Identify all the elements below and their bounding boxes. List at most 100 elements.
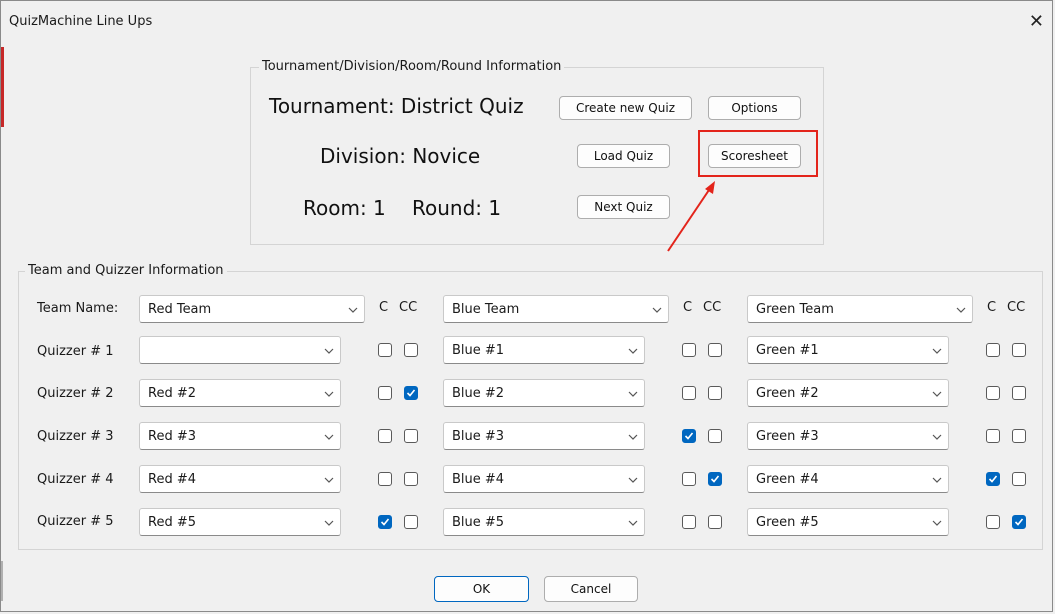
chevron-down-icon[interactable] (324, 345, 334, 355)
captain-checkbox[interactable] (986, 472, 1000, 486)
quizzer-combo[interactable]: Blue #3 (443, 422, 645, 450)
captain-checkbox[interactable] (378, 515, 392, 529)
chevron-down-icon[interactable] (628, 388, 638, 398)
captain-checkbox[interactable] (682, 386, 696, 400)
co-captain-checkbox[interactable] (404, 429, 418, 443)
quizzer-value: Red #4 (148, 472, 196, 487)
quizzer-value: Blue #4 (452, 472, 505, 487)
quizzer-value: Green #1 (756, 343, 819, 358)
co-captain-checkbox[interactable] (1012, 429, 1026, 443)
quizzer-combo[interactable]: Green #4 (747, 465, 949, 493)
next-quiz-button[interactable]: Next Quiz (577, 195, 670, 219)
captain-checkbox[interactable] (378, 386, 392, 400)
co-captain-checkbox[interactable] (708, 386, 722, 400)
quizzer-value: Red #3 (148, 429, 196, 444)
co-captain-checkbox[interactable] (404, 515, 418, 529)
chevron-down-icon[interactable] (628, 431, 638, 441)
co-captain-checkbox[interactable] (708, 472, 722, 486)
quizzer-row-label: Quizzer # 1 (37, 344, 114, 359)
chevron-down-icon[interactable] (324, 474, 334, 484)
quizzer-combo[interactable]: Green #1 (747, 336, 949, 364)
chevron-down-icon[interactable] (652, 304, 662, 314)
quizzer-value: Green #3 (756, 429, 819, 444)
co-captain-header: CC (703, 300, 722, 315)
co-captain-checkbox[interactable] (708, 343, 722, 357)
create-new-quiz-button[interactable]: Create new Quiz (559, 96, 692, 120)
chevron-down-icon[interactable] (956, 304, 966, 314)
co-captain-checkbox[interactable] (1012, 472, 1026, 486)
quizzer-combo[interactable]: Red #5 (139, 508, 341, 536)
chevron-down-icon[interactable] (348, 304, 358, 314)
title-bar: QuizMachine Line Ups ✕ (1, 1, 1052, 41)
division-label: Division: Novice (320, 144, 481, 168)
quizzer-row-label: Quizzer # 4 (37, 472, 114, 487)
chevron-down-icon[interactable] (324, 431, 334, 441)
co-captain-header: CC (1007, 300, 1026, 315)
co-captain-checkbox[interactable] (404, 343, 418, 357)
co-captain-checkbox[interactable] (708, 429, 722, 443)
quizzer-combo[interactable]: Blue #5 (443, 508, 645, 536)
room-label: Room: 1 (303, 196, 386, 220)
quizzer-combo[interactable]: Green #3 (747, 422, 949, 450)
captain-checkbox[interactable] (986, 515, 1000, 529)
co-captain-checkbox[interactable] (1012, 386, 1026, 400)
co-captain-checkbox[interactable] (1012, 515, 1026, 529)
captain-checkbox[interactable] (986, 429, 1000, 443)
captain-checkbox[interactable] (682, 472, 696, 486)
chevron-down-icon[interactable] (932, 517, 942, 527)
quizzer-value: Blue #5 (452, 515, 505, 530)
team-name-value: Red Team (148, 302, 212, 317)
captain-checkbox[interactable] (682, 515, 696, 529)
captain-header: C (683, 300, 693, 315)
quizzer-value: Blue #3 (452, 429, 505, 444)
quizzer-combo[interactable]: Green #5 (747, 508, 949, 536)
quizzer-combo[interactable]: Blue #4 (443, 465, 645, 493)
team-group-legend: Team and Quizzer Information (25, 263, 227, 278)
team-name-combo[interactable]: Blue Team (443, 295, 669, 323)
team-name-combo[interactable]: Green Team (747, 295, 973, 323)
captain-checkbox[interactable] (378, 343, 392, 357)
window-title: QuizMachine Line Ups (9, 14, 153, 29)
chevron-down-icon[interactable] (628, 345, 638, 355)
quizzer-value: Green #5 (756, 515, 819, 530)
options-button[interactable]: Options (708, 96, 801, 120)
chevron-down-icon[interactable] (628, 517, 638, 527)
dialog-window: QuizMachine Line Ups ✕ Tournament/Divisi… (0, 0, 1053, 612)
quizzer-combo[interactable]: Red #3 (139, 422, 341, 450)
co-captain-checkbox[interactable] (708, 515, 722, 529)
co-captain-checkbox[interactable] (404, 386, 418, 400)
chevron-down-icon[interactable] (932, 345, 942, 355)
quizzer-combo[interactable] (139, 336, 341, 364)
team-name-value: Green Team (756, 302, 834, 317)
captain-checkbox[interactable] (378, 472, 392, 486)
quizzer-combo[interactable]: Red #2 (139, 379, 341, 407)
quizzer-combo[interactable]: Blue #2 (443, 379, 645, 407)
annotation-highlight-box (698, 130, 818, 177)
chevron-down-icon[interactable] (932, 388, 942, 398)
close-icon[interactable]: ✕ (1029, 11, 1044, 32)
chevron-down-icon[interactable] (628, 474, 638, 484)
captain-checkbox[interactable] (378, 429, 392, 443)
co-captain-checkbox[interactable] (404, 472, 418, 486)
chevron-down-icon[interactable] (932, 431, 942, 441)
quizzer-combo[interactable]: Green #2 (747, 379, 949, 407)
chevron-down-icon[interactable] (324, 388, 334, 398)
ok-button[interactable]: OK (434, 576, 529, 602)
quizzer-row-label: Quizzer # 2 (37, 386, 114, 401)
captain-checkbox[interactable] (986, 386, 1000, 400)
captain-header: C (379, 300, 389, 315)
team-name-value: Blue Team (452, 302, 520, 317)
cancel-button[interactable]: Cancel (544, 576, 638, 602)
chevron-down-icon[interactable] (932, 474, 942, 484)
quizzer-combo[interactable]: Red #4 (139, 465, 341, 493)
co-captain-checkbox[interactable] (1012, 343, 1026, 357)
team-name-combo[interactable]: Red Team (139, 295, 365, 323)
load-quiz-button[interactable]: Load Quiz (577, 144, 670, 168)
captain-checkbox[interactable] (682, 429, 696, 443)
captain-checkbox[interactable] (986, 343, 1000, 357)
background-edge (1, 561, 3, 601)
quizzer-combo[interactable]: Blue #1 (443, 336, 645, 364)
captain-checkbox[interactable] (682, 343, 696, 357)
quizzer-value: Red #2 (148, 386, 196, 401)
chevron-down-icon[interactable] (324, 517, 334, 527)
